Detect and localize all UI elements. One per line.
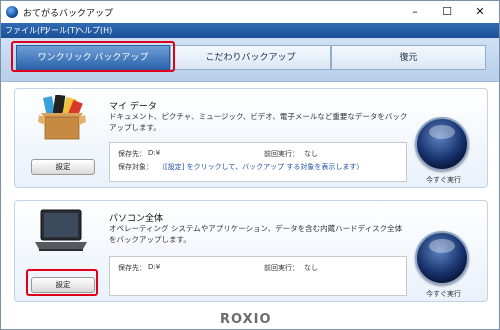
- my-data-info-box: 保存先： D:¥ 前回実行： なし 保存対象： （[設定] をクリックして、バッ…: [109, 142, 407, 182]
- my-data-run-now-label: 今すぐ実行: [426, 176, 461, 184]
- menu-file[interactable]: ファイル(F): [5, 25, 48, 36]
- my-data-description: ドキュメント、ピクチャ、ミュージック、ビデオ、電子メールなど重要なデータをバック…: [109, 112, 408, 132]
- window-title: おてがるバックアップ: [23, 9, 114, 19]
- whole-pc-info-box: 保存先： D:¥ 前回実行： なし: [109, 256, 407, 296]
- whole-pc-run-now-button[interactable]: [415, 231, 469, 285]
- save-to-label: 保存先：: [118, 264, 146, 272]
- title-bar[interactable]: おてがるバックアップ – ☐ ✕: [1, 1, 499, 23]
- my-data-settings-button[interactable]: 設定: [31, 159, 95, 175]
- whole-pc-run-now-label: 今すぐ実行: [426, 290, 461, 298]
- my-data-run-now-button[interactable]: [415, 117, 469, 171]
- tab-custom-backup[interactable]: こだわりバックアップ: [170, 45, 331, 70]
- my-data-box-icon: [38, 95, 86, 140]
- minimize-button[interactable]: –: [399, 1, 431, 23]
- menu-tools[interactable]: ツール(T): [43, 25, 78, 36]
- section-my-data: 設定 マイ データ ドキュメント、ピクチャ、ミュージック、ビデオ、電子メールなど…: [14, 88, 488, 188]
- tab-restore[interactable]: 復元: [331, 45, 486, 70]
- settings-highlight-box: [26, 269, 98, 296]
- last-run-value: なし: [304, 264, 318, 272]
- last-run-value: なし: [304, 150, 318, 158]
- menu-help[interactable]: ヘルプ(H): [76, 25, 112, 36]
- save-to-value: D:¥: [148, 263, 161, 271]
- laptop-icon: [35, 209, 87, 251]
- run-button-shine: [429, 125, 455, 139]
- last-run-label: 前回実行：: [264, 150, 299, 158]
- target-value: （[設定] をクリックして、バックアップ する対象を表示します）: [158, 163, 364, 171]
- target-label: 保存対象：: [118, 163, 153, 171]
- whole-pc-description: オペレーティング システムやアプリケーション、データを含む内蔵ハードディスク全体…: [109, 224, 403, 244]
- menu-bar: ファイル(F) ツール(T) ヘルプ(H): [1, 23, 499, 38]
- close-button[interactable]: ✕: [464, 1, 496, 23]
- last-run-label: 前回実行：: [264, 264, 299, 272]
- roxio-logo: ROXIO: [220, 312, 272, 327]
- tab-highlight-box: [11, 41, 175, 72]
- save-to-label: 保存先：: [118, 150, 146, 158]
- app-icon: [6, 6, 18, 18]
- maximize-button[interactable]: ☐: [431, 1, 463, 23]
- app-window: おてがるバックアップ – ☐ ✕ ファイル(F) ツール(T) ヘルプ(H) ワ…: [0, 0, 500, 330]
- save-to-value: D:¥: [148, 149, 161, 157]
- run-button-shine: [429, 239, 455, 253]
